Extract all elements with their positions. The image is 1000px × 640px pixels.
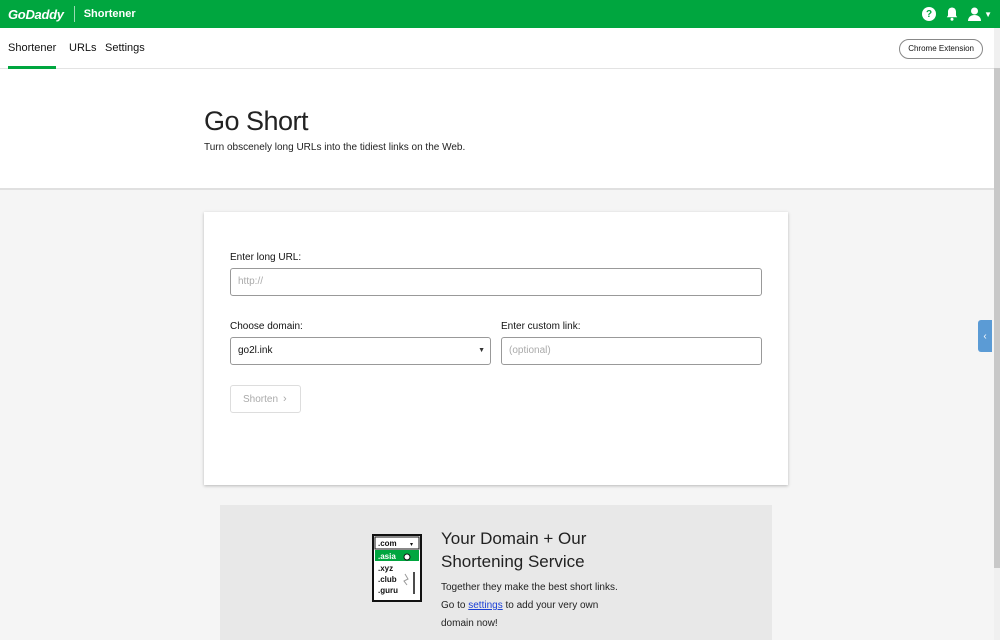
custom-link-placeholder: (optional) [509,345,551,356]
domain-select[interactable]: go2l.ink ▼ [230,337,491,365]
illustration-item-com: .com [378,539,397,548]
domain-list-illustration: .com ▾ .asia .xyz .club .guru [372,534,422,602]
page-subtitle: Turn obscenely long URLs into the tidies… [204,142,466,153]
long-url-placeholder: http:// [238,276,264,287]
sub-navigation: Shortener URLs Settings Chrome Extension [0,28,994,69]
top-bar: GoDaddy Shortener ? ▼ [0,0,1000,28]
page-title: Go Short [204,106,309,136]
hero-section: Go Short Turn obscenely long URLs into t… [0,69,994,190]
long-url-label: Enter long URL: [230,252,302,263]
tab-shortener[interactable]: Shortener [8,28,56,69]
promo-section: .com ▾ .asia .xyz .club .guru Your Domai… [220,505,772,640]
chevron-down-icon: ▼ [478,347,485,354]
shorten-form-card: Enter long URL: http:// Choose domain: g… [204,212,788,485]
illustration-item-xyz: .xyz [378,564,393,573]
chevron-left-icon: ‹ [983,330,987,342]
illustration-item-club: .club [378,575,397,584]
domain-label: Choose domain: [230,321,303,332]
bell-icon[interactable] [946,7,958,21]
tab-urls[interactable]: URLs [69,28,97,69]
tab-settings[interactable]: Settings [105,28,145,69]
promo-title: Your Domain + Our Shortening Service [441,529,587,571]
illustration-item-guru: .guru [378,586,398,595]
chevron-right-icon: › [283,393,287,405]
promo-text: Together they make the best short links.… [441,579,621,633]
scrollbar-thumb[interactable] [994,68,1000,568]
chevron-down-icon: ▼ [984,9,992,19]
long-url-input[interactable]: http:// [230,268,762,296]
header-divider [73,6,75,22]
header-icons: ? ▼ [922,0,1000,28]
shorten-button[interactable]: Shorten › [230,385,301,413]
chrome-extension-button[interactable]: Chrome Extension [899,39,983,59]
settings-link[interactable]: settings [468,600,502,611]
illustration-item-asia: .asia [378,552,396,561]
side-panel-toggle[interactable]: ‹ [978,320,992,352]
domain-select-value: go2l.ink [238,345,273,356]
user-menu[interactable]: ▼ [968,7,992,21]
app-name[interactable]: Shortener [84,8,136,20]
user-icon [968,7,982,21]
page-scrollbar[interactable] [994,28,1000,640]
godaddy-logo[interactable]: GoDaddy [8,7,64,22]
svg-text:▾: ▾ [410,541,413,548]
custom-link-input[interactable]: (optional) [501,337,762,365]
help-icon[interactable]: ? [922,7,937,21]
custom-link-label: Enter custom link: [501,321,581,332]
shorten-button-label: Shorten [243,394,279,405]
